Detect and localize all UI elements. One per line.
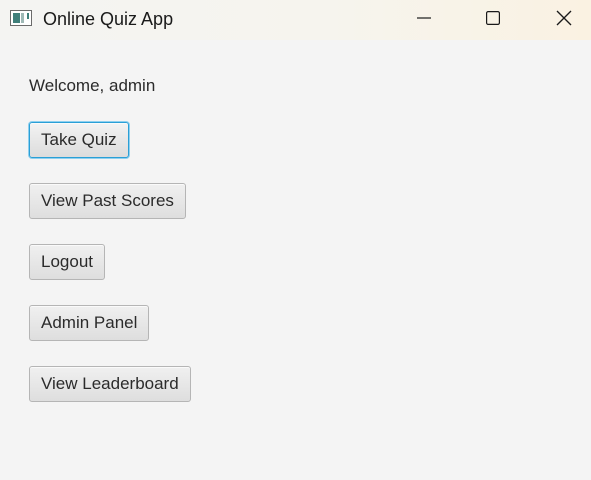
minimize-button[interactable] — [401, 0, 447, 40]
logout-button[interactable]: Logout — [29, 244, 105, 280]
welcome-label: Welcome, admin — [29, 76, 156, 95]
close-button[interactable] — [541, 0, 587, 40]
admin-panel-button[interactable]: Admin Panel — [29, 305, 150, 341]
close-icon — [556, 10, 572, 31]
view-past-scores-button[interactable]: View Past Scores — [29, 183, 186, 219]
take-quiz-button[interactable]: Take Quiz — [29, 122, 129, 158]
view-leaderboard-button[interactable]: View Leaderboard — [29, 366, 191, 402]
main-panel: Welcome, admin Take Quiz View Past Score… — [0, 40, 591, 480]
title-bar[interactable]: Online Quiz App — [0, 0, 591, 40]
app-window: Online Quiz App Welcome, admin Take Quiz… — [0, 0, 591, 480]
minimize-icon — [417, 11, 431, 30]
maximize-icon — [486, 10, 501, 30]
maximize-button[interactable] — [470, 0, 516, 40]
window-title: Online Quiz App — [43, 9, 174, 29]
java-app-icon — [10, 10, 32, 26]
